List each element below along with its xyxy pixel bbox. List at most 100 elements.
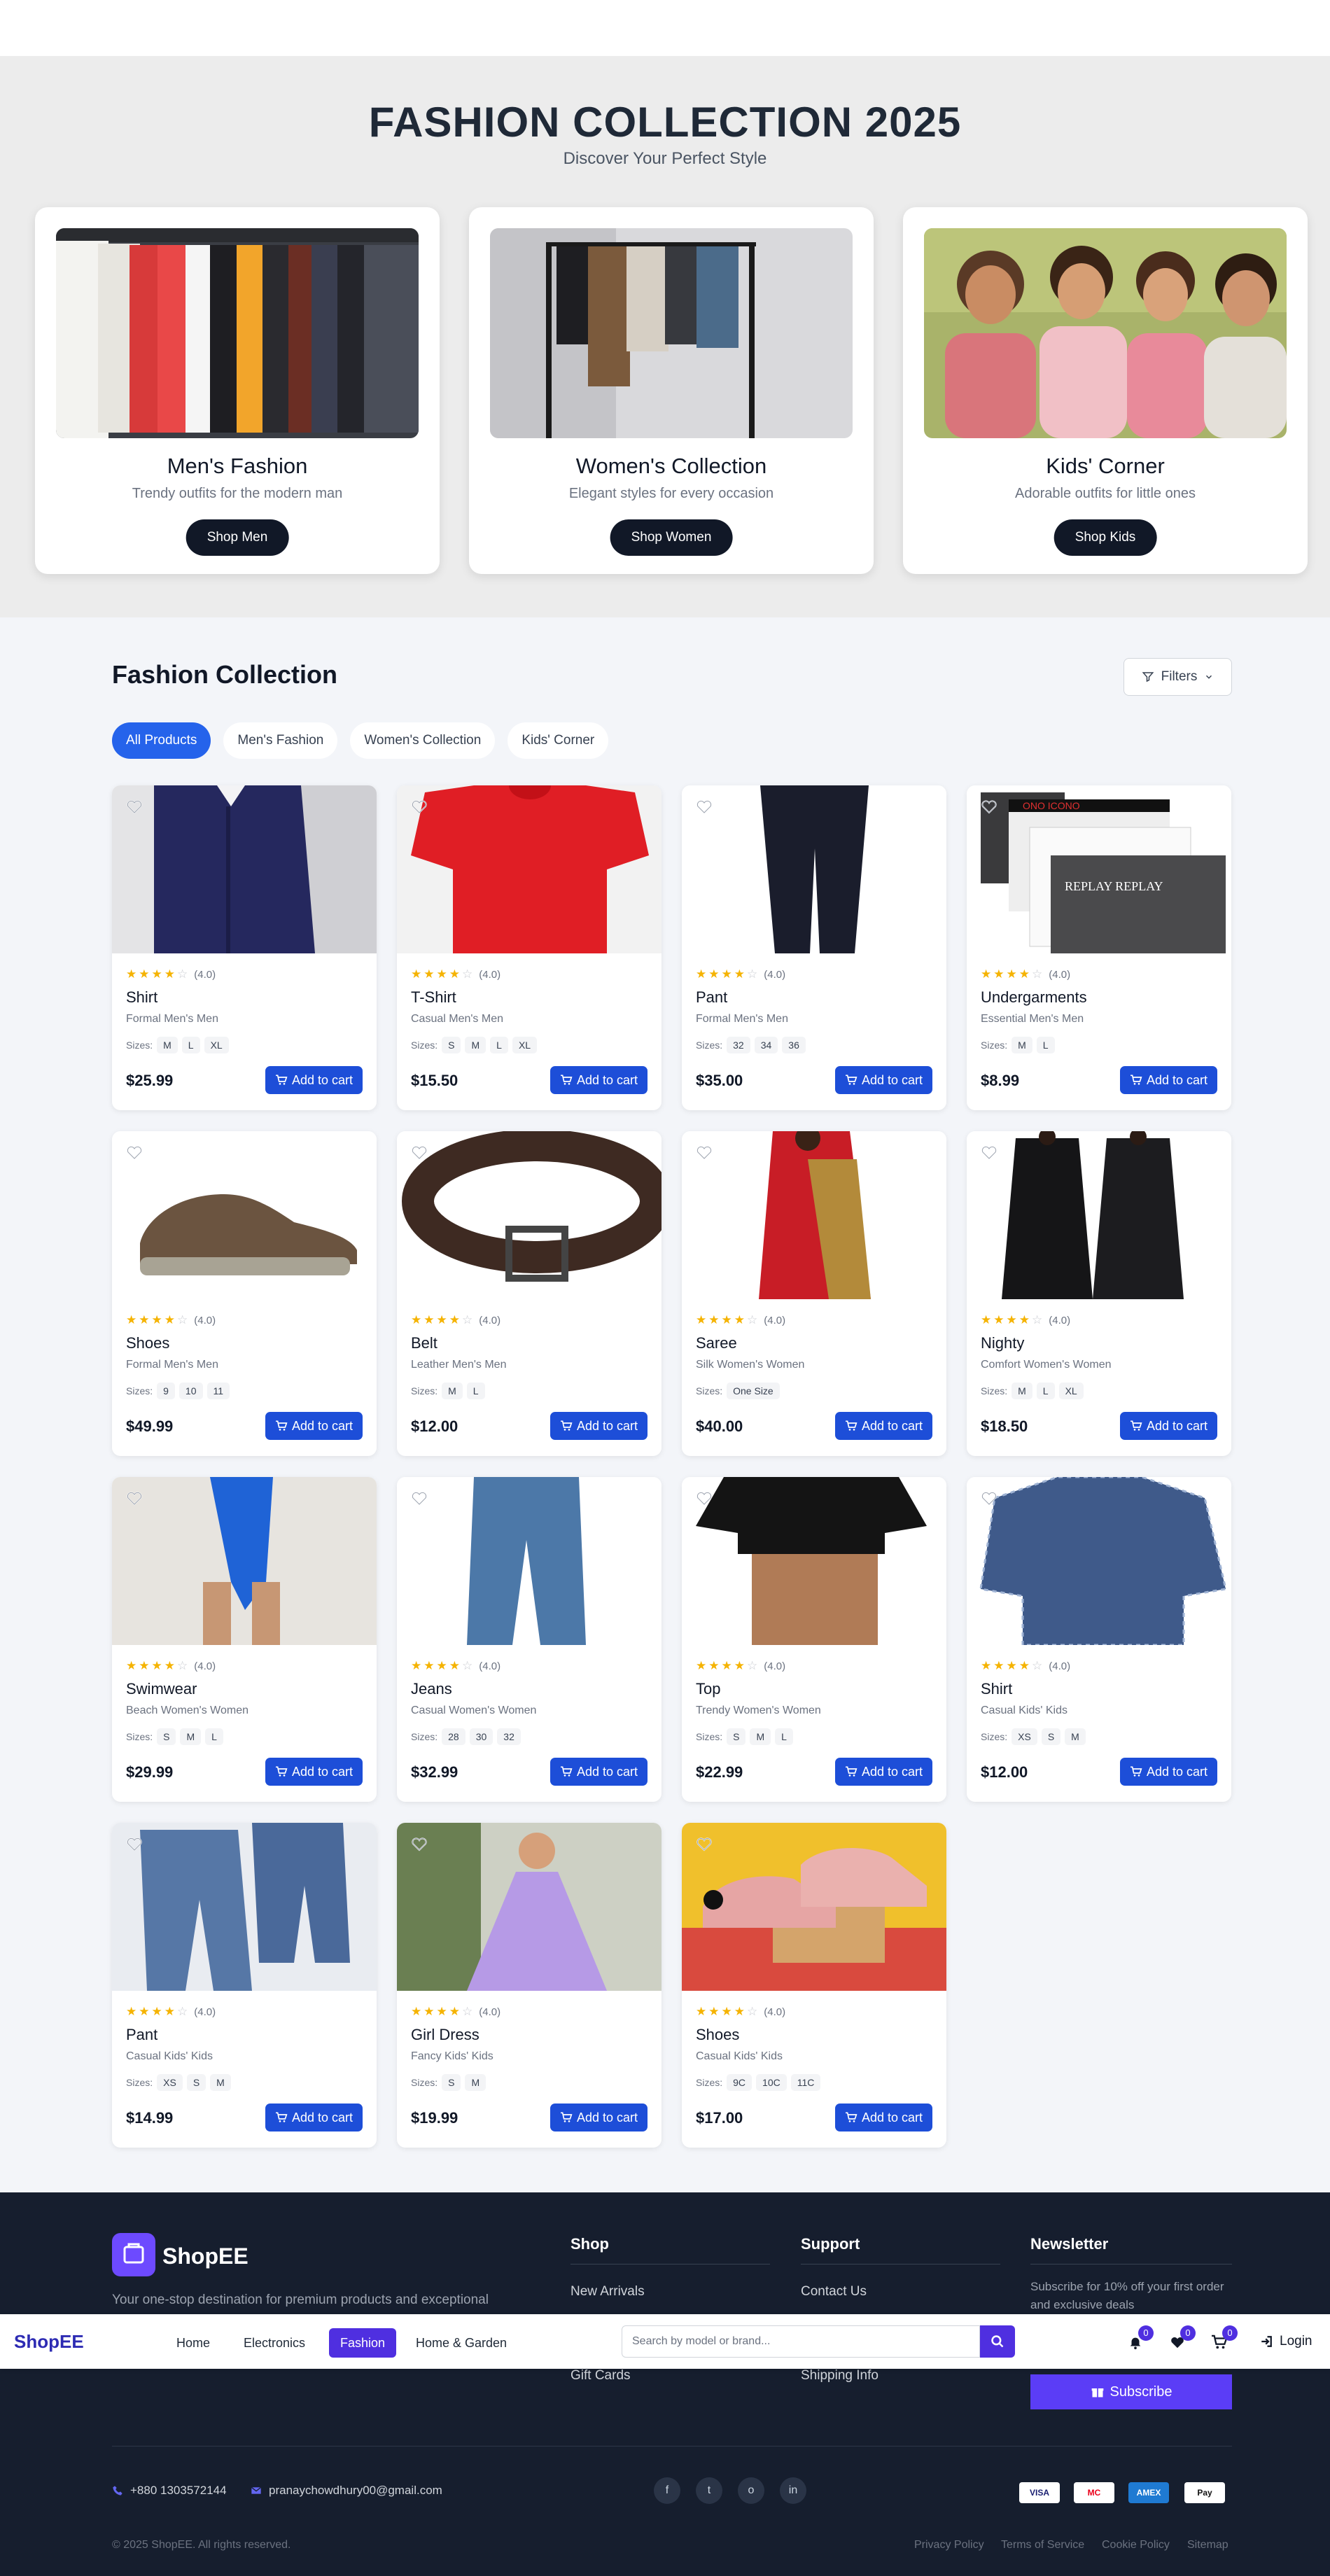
shop-women-button[interactable]: Shop Women bbox=[610, 519, 733, 556]
terms-link[interactable]: Terms of Service bbox=[1001, 2539, 1084, 2552]
wishlist-heart-icon[interactable] bbox=[411, 1835, 428, 1852]
size-chip[interactable]: 32 bbox=[497, 1728, 521, 1745]
wishlist-heart-icon[interactable] bbox=[696, 1144, 713, 1161]
product-image[interactable] bbox=[112, 1131, 377, 1299]
wishlist-heart-icon[interactable] bbox=[981, 1490, 997, 1506]
footer-link-new-arrivals[interactable]: New Arrivals bbox=[570, 2284, 645, 2300]
size-chip[interactable]: 11 bbox=[206, 1382, 230, 1399]
heart-icon[interactable]: 0 bbox=[1168, 2325, 1196, 2352]
size-chip[interactable]: 9 bbox=[157, 1382, 175, 1399]
product-card[interactable]: ★ ★ ★ ★ ☆ (4.0) Jeans Casual Women's Women Sizes… bbox=[397, 1477, 662, 1802]
nav-home-garden[interactable]: Home & Garden bbox=[405, 2328, 518, 2358]
product-image[interactable] bbox=[682, 1131, 946, 1299]
wishlist-heart-icon[interactable] bbox=[981, 798, 997, 815]
privacy-policy-link[interactable]: Privacy Policy bbox=[914, 2539, 984, 2552]
product-card[interactable]: ★ ★ ★ ★ ☆ (4.0) Nighty Comfort Women's Women Siz… bbox=[967, 1131, 1231, 1456]
wishlist-heart-icon[interactable] bbox=[696, 1835, 713, 1852]
size-chip[interactable]: L bbox=[775, 1728, 793, 1745]
size-chip[interactable]: M bbox=[180, 1728, 202, 1745]
product-image[interactable]: ONO ICONO REPLAY REPLAY bbox=[967, 785, 1231, 953]
size-chip[interactable]: XL bbox=[1058, 1382, 1084, 1399]
product-image[interactable] bbox=[112, 1477, 377, 1645]
product-card[interactable]: ★ ★ ★ ★ ☆ (4.0) Shoes Formal Men's Men Sizes: 9 10… bbox=[112, 1131, 377, 1456]
wishlist-heart-icon[interactable] bbox=[411, 1490, 428, 1506]
product-image[interactable] bbox=[112, 1823, 377, 1991]
product-image[interactable] bbox=[682, 1477, 946, 1645]
sitemap-link[interactable]: Sitemap bbox=[1187, 2539, 1228, 2552]
add-to-cart-button[interactable]: Add to cart bbox=[834, 2104, 932, 2132]
product-image[interactable] bbox=[112, 785, 377, 953]
size-chip[interactable]: L bbox=[1036, 1037, 1055, 1054]
subscribe-button[interactable]: Subscribe bbox=[1030, 2374, 1232, 2409]
linkedin-icon[interactable]: in bbox=[780, 2477, 806, 2504]
size-chip[interactable]: 9C bbox=[727, 2074, 752, 2091]
size-chip[interactable]: XS bbox=[157, 2074, 183, 2091]
size-chip[interactable]: XL bbox=[512, 1037, 538, 1054]
shop-men-button[interactable]: Shop Men bbox=[186, 519, 289, 556]
search-button[interactable] bbox=[980, 2325, 1015, 2358]
product-card[interactable]: ★ ★ ★ ★ ☆ (4.0) T-Shirt Casual Men's Men Sizes: S… bbox=[397, 785, 662, 1110]
size-chip[interactable]: M bbox=[465, 1037, 486, 1054]
wishlist-heart-icon[interactable] bbox=[126, 1835, 143, 1852]
filters-button[interactable]: Filters bbox=[1124, 658, 1232, 696]
twitter-icon[interactable]: t bbox=[696, 2477, 722, 2504]
size-chip[interactable]: S bbox=[727, 1728, 746, 1745]
product-card[interactable]: ★ ★ ★ ★ ☆ (4.0) Top Trendy Women's Women Sizes: S… bbox=[682, 1477, 946, 1802]
wishlist-heart-icon[interactable] bbox=[696, 798, 713, 815]
add-to-cart-button[interactable]: Add to cart bbox=[834, 1758, 932, 1786]
search-input[interactable]: Search by model or brand... bbox=[622, 2325, 980, 2358]
size-chip[interactable]: XS bbox=[1011, 1728, 1037, 1745]
size-chip[interactable]: 30 bbox=[469, 1728, 493, 1745]
add-to-cart-button[interactable]: Add to cart bbox=[1119, 1758, 1217, 1786]
size-chip[interactable]: L bbox=[490, 1037, 508, 1054]
tab-kids-corner[interactable]: Kids' Corner bbox=[507, 722, 609, 759]
size-chip[interactable]: M bbox=[157, 1037, 178, 1054]
add-to-cart-button[interactable]: Add to cart bbox=[265, 1066, 363, 1094]
tab-all-products[interactable]: All Products bbox=[112, 722, 211, 759]
facebook-icon[interactable]: f bbox=[654, 2477, 680, 2504]
product-card[interactable]: ★ ★ ★ ★ ☆ (4.0) Shirt Casual Kids' Kids Sizes: XS… bbox=[967, 1477, 1231, 1802]
product-image[interactable] bbox=[682, 1823, 946, 1991]
size-chip[interactable]: One Size bbox=[727, 1382, 780, 1399]
size-chip[interactable]: M bbox=[750, 1728, 771, 1745]
size-chip[interactable]: 36 bbox=[782, 1037, 806, 1054]
tab-womens-collection[interactable]: Women's Collection bbox=[350, 722, 496, 759]
size-chip[interactable]: 34 bbox=[754, 1037, 778, 1054]
wishlist-heart-icon[interactable] bbox=[411, 798, 428, 815]
footer-link-shipping[interactable]: Shipping Info bbox=[801, 2368, 878, 2384]
size-chip[interactable]: 10C bbox=[756, 2074, 787, 2091]
size-chip[interactable]: S bbox=[442, 2074, 461, 2091]
cookie-policy-link[interactable]: Cookie Policy bbox=[1102, 2539, 1170, 2552]
product-card[interactable]: ★ ★ ★ ★ ☆ (4.0) Belt Leather Men's Men Sizes: M L $… bbox=[397, 1131, 662, 1456]
size-chip[interactable]: L bbox=[466, 1382, 485, 1399]
add-to-cart-button[interactable]: Add to cart bbox=[834, 1066, 932, 1094]
size-chip[interactable]: M bbox=[442, 1382, 463, 1399]
product-image[interactable] bbox=[967, 1131, 1231, 1299]
nav-fashion[interactable]: Fashion bbox=[329, 2328, 397, 2358]
wishlist-heart-icon[interactable] bbox=[126, 1144, 143, 1161]
nav-home[interactable]: Home bbox=[165, 2328, 221, 2358]
footer-email[interactable]: pranaychowdhury00@gmail.com bbox=[251, 2484, 442, 2498]
add-to-cart-button[interactable]: Add to cart bbox=[265, 2104, 363, 2132]
cart-icon[interactable]: 0 bbox=[1210, 2325, 1238, 2352]
size-chip[interactable]: XL bbox=[204, 1037, 229, 1054]
size-chip[interactable]: 28 bbox=[442, 1728, 465, 1745]
nav-electronics[interactable]: Electronics bbox=[232, 2328, 316, 2358]
login-button[interactable]: Login bbox=[1260, 2334, 1312, 2349]
tab-mens-fashion[interactable]: Men's Fashion bbox=[223, 722, 338, 759]
size-chip[interactable]: L bbox=[1036, 1382, 1055, 1399]
product-image[interactable] bbox=[967, 1477, 1231, 1645]
product-image[interactable] bbox=[397, 1131, 662, 1299]
product-image[interactable] bbox=[682, 785, 946, 953]
product-card[interactable]: ★ ★ ★ ★ ☆ (4.0) Saree Silk Women's Women Sizes: O… bbox=[682, 1131, 946, 1456]
add-to-cart-button[interactable]: Add to cart bbox=[265, 1412, 363, 1440]
product-image[interactable] bbox=[397, 1477, 662, 1645]
size-chip[interactable]: S bbox=[442, 1037, 461, 1054]
wishlist-heart-icon[interactable] bbox=[981, 1144, 997, 1161]
wishlist-heart-icon[interactable] bbox=[411, 1144, 428, 1161]
shop-kids-button[interactable]: Shop Kids bbox=[1054, 519, 1157, 556]
instagram-icon[interactable]: o bbox=[738, 2477, 764, 2504]
size-chip[interactable]: M bbox=[1065, 1728, 1086, 1745]
product-card[interactable]: ★ ★ ★ ★ ☆ (4.0) Pant Casual Kids' Kids Sizes: XS S… bbox=[112, 1823, 377, 2148]
size-chip[interactable]: 32 bbox=[727, 1037, 750, 1054]
